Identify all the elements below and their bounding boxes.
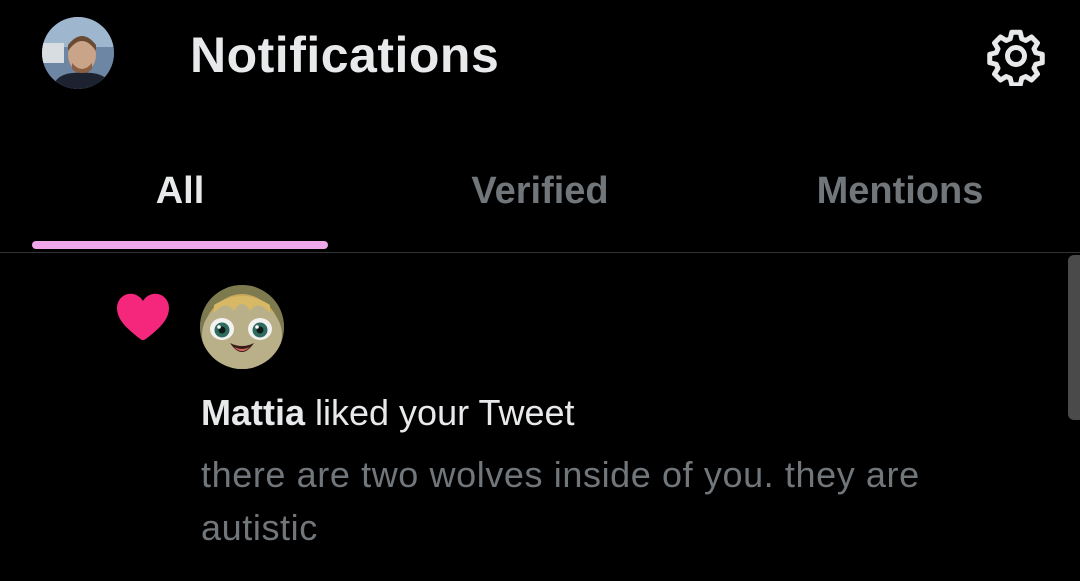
page-title: Notifications [190, 27, 500, 83]
notification-action: liked your Tweet [305, 392, 575, 433]
profile-avatar[interactable] [42, 17, 114, 89]
profile-avatar-image [42, 17, 114, 89]
notification-text: Mattia liked your Tweet [201, 390, 575, 436]
gear-icon [987, 29, 1045, 88]
liker-name[interactable]: Mattia [201, 392, 305, 433]
heart-icon [117, 293, 169, 341]
active-tab-indicator [32, 241, 328, 249]
top-app-bar: Notifications [0, 0, 1080, 110]
liker-avatar-image [200, 285, 284, 369]
tab-mentions-label: Mentions [816, 170, 984, 212]
tab-mentions[interactable]: Mentions [720, 130, 1080, 252]
tab-all[interactable]: All [0, 130, 360, 252]
tab-all-label: All [155, 170, 205, 212]
tweet-preview[interactable]: there are two wolves inside of you. they… [201, 448, 1041, 554]
scrollbar[interactable] [1068, 255, 1080, 420]
notification-tabs: All Verified Mentions [0, 130, 1080, 252]
settings-button[interactable] [986, 26, 1046, 88]
tab-verified[interactable]: Verified [360, 130, 720, 252]
tab-verified-label: Verified [471, 170, 609, 212]
liker-avatar[interactable] [200, 285, 284, 369]
